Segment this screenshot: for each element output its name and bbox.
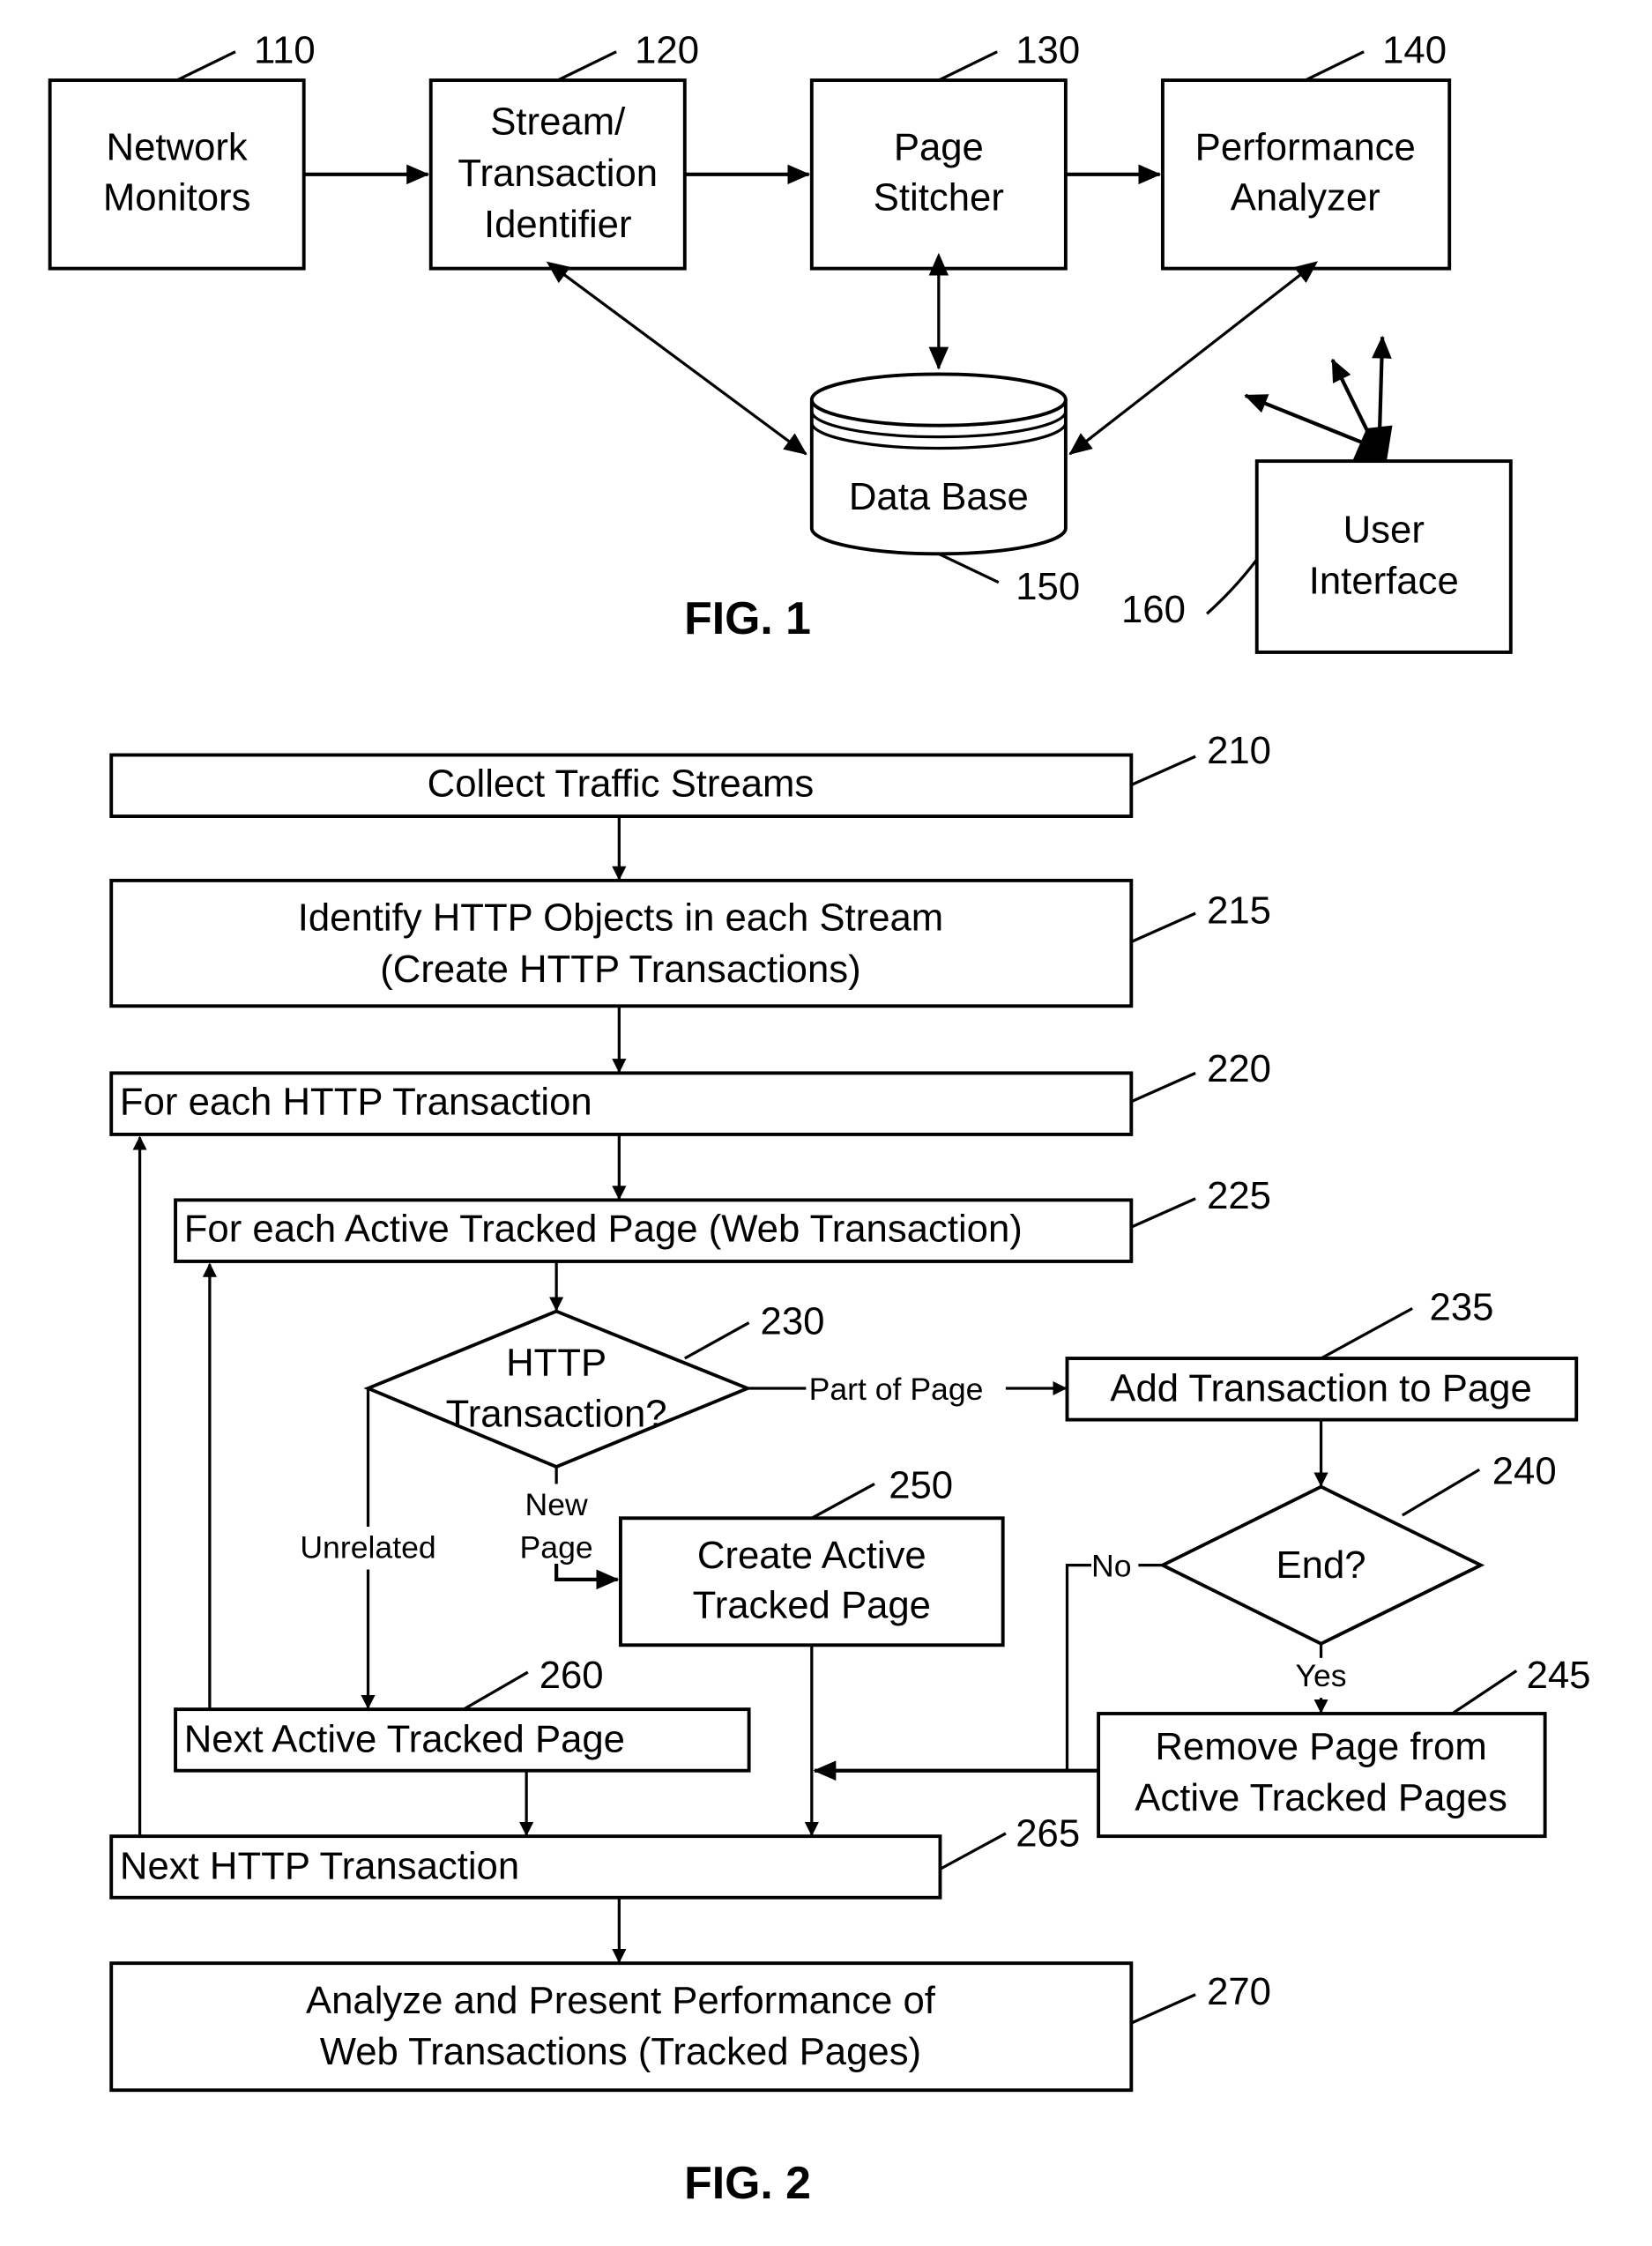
decision-label: HTTP bbox=[506, 1341, 606, 1384]
ref-number: 140 bbox=[1382, 29, 1447, 72]
block-label: Analyzer bbox=[1231, 175, 1380, 219]
edge-label-unrelated: Unrelated bbox=[300, 1530, 435, 1566]
block-user-interface: User Interface 160 bbox=[1121, 335, 1513, 654]
block-label: Transaction bbox=[458, 152, 658, 195]
database-cylinder: Data Base 150 bbox=[809, 372, 1080, 608]
step-identify-http-objects: Identify HTTP Objects in each Stream (Cr… bbox=[109, 878, 1271, 1008]
decision-http-transaction: HTTP Transaction? 230 bbox=[363, 1300, 825, 1469]
ref-number: 110 bbox=[254, 29, 316, 72]
arrow-140-db bbox=[1068, 261, 1319, 456]
block-label: Performance bbox=[1195, 126, 1416, 169]
block-label: Stream/ bbox=[490, 100, 626, 144]
step-analyze-and-present: Analyze and Present Performance of Web T… bbox=[109, 1961, 1271, 2093]
block-stream-transaction-identifier: Stream/ Transaction Identifier 120 bbox=[428, 29, 699, 271]
edge-label-part-of-page: Part of Page bbox=[809, 1372, 984, 1407]
block-label: User bbox=[1343, 508, 1425, 551]
step-create-active-tracked-page: Create Active Tracked Page 250 bbox=[619, 1464, 1005, 1647]
step-label: Identify HTTP Objects in each Stream bbox=[298, 896, 943, 940]
ref-number: 210 bbox=[1207, 729, 1271, 772]
ref-number: 270 bbox=[1207, 1970, 1271, 2013]
ref-number: 130 bbox=[1016, 29, 1080, 72]
block-label: Interface bbox=[1309, 560, 1459, 603]
block-network-monitors: Network Monitors 110 bbox=[48, 29, 316, 271]
step-label: Remove Page from bbox=[1155, 1725, 1486, 1768]
step-label: Active Tracked Pages bbox=[1135, 1776, 1507, 1819]
ref-number: 245 bbox=[1527, 1654, 1591, 1697]
edge-label-new-page: New bbox=[525, 1487, 589, 1522]
ref-number: 215 bbox=[1207, 889, 1271, 932]
ref-number: 150 bbox=[1016, 565, 1080, 608]
block-page-stitcher: Page Stitcher 130 bbox=[809, 29, 1080, 271]
fig1: Network Monitors 110 Stream/ Transaction… bbox=[48, 29, 1513, 654]
step-label: Add Transaction to Page bbox=[1110, 1367, 1531, 1410]
step-label: Web Transactions (Tracked Pages) bbox=[320, 2030, 921, 2073]
step-label: Create Active bbox=[697, 1534, 926, 1577]
step-label: Analyze and Present Performance of bbox=[306, 1979, 936, 2022]
step-label: For each HTTP Transaction bbox=[120, 1080, 592, 1123]
step-for-each-active-tracked-page: For each Active Tracked Page (Web Transa… bbox=[174, 1174, 1271, 1263]
edge-label-new-page: Page bbox=[520, 1530, 593, 1566]
step-collect-traffic-streams: Collect Traffic Streams 210 bbox=[109, 729, 1271, 819]
block-label: Page bbox=[894, 126, 984, 169]
ref-number: 250 bbox=[889, 1464, 953, 1507]
ref-number: 265 bbox=[1016, 1811, 1080, 1855]
step-label: Next Active Tracked Page bbox=[184, 1718, 625, 1761]
block-label: Monitors bbox=[103, 175, 251, 219]
ref-number: 260 bbox=[540, 1654, 604, 1697]
ref-number: 235 bbox=[1430, 1285, 1494, 1328]
fig2: Collect Traffic Streams 210 Identify HTT… bbox=[109, 729, 1591, 2208]
patent-figures: Network Monitors 110 Stream/ Transaction… bbox=[48, 29, 1591, 2208]
block-label: Identifier bbox=[484, 203, 632, 246]
block-performance-analyzer: Performance Analyzer 140 bbox=[1160, 29, 1452, 271]
step-add-transaction-to-page: Add Transaction to Page 235 bbox=[1065, 1285, 1579, 1422]
figure-caption: FIG. 2 bbox=[684, 2157, 811, 2208]
arrow-120-db bbox=[546, 261, 807, 456]
figure-caption: FIG. 1 bbox=[684, 592, 811, 643]
ref-number: 160 bbox=[1121, 588, 1186, 631]
ref-number: 120 bbox=[635, 29, 699, 72]
ref-number: 240 bbox=[1492, 1449, 1557, 1492]
antenna-icon bbox=[1352, 425, 1393, 462]
decision-label: Transaction? bbox=[446, 1393, 667, 1436]
step-next-http-transaction: Next HTTP Transaction 265 bbox=[109, 1811, 1080, 1900]
edge-label-no: No bbox=[1091, 1549, 1132, 1584]
block-label: Network bbox=[107, 126, 248, 169]
ref-number: 230 bbox=[761, 1300, 825, 1343]
step-label: Tracked Page bbox=[693, 1584, 931, 1627]
decision-end: End? 240 bbox=[1158, 1449, 1557, 1646]
step-for-each-http-transaction: For each HTTP Transaction 220 bbox=[109, 1047, 1271, 1136]
step-next-active-tracked-page: Next Active Tracked Page 260 bbox=[174, 1654, 751, 1773]
ref-number: 225 bbox=[1207, 1174, 1271, 1217]
step-label: (Create HTTP Transactions) bbox=[380, 948, 860, 991]
step-label: Next HTTP Transaction bbox=[120, 1845, 519, 1888]
edge-label-yes: Yes bbox=[1296, 1658, 1347, 1693]
block-label: Stitcher bbox=[874, 175, 1004, 219]
ref-number: 220 bbox=[1207, 1047, 1271, 1090]
decision-label: End? bbox=[1276, 1543, 1366, 1587]
block-label: Data Base bbox=[849, 475, 1029, 518]
step-label: Collect Traffic Streams bbox=[428, 762, 815, 805]
step-label: For each Active Tracked Page (Web Transa… bbox=[184, 1207, 1023, 1250]
